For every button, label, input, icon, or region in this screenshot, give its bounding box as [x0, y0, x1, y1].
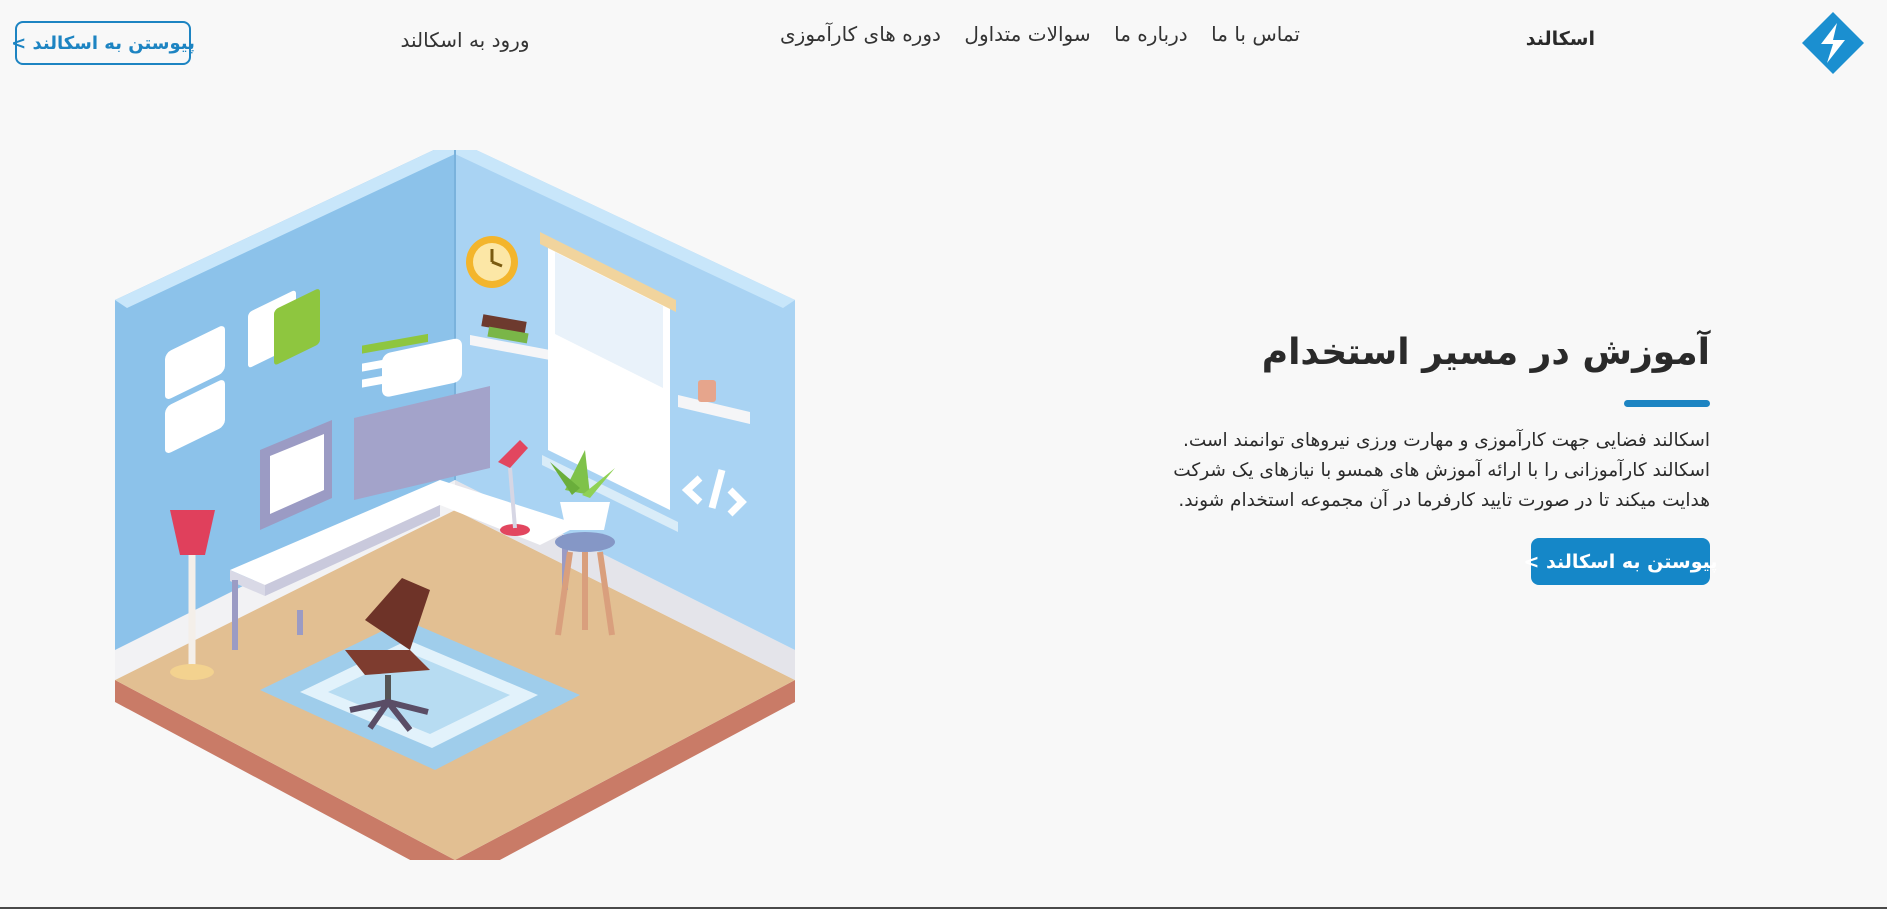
logo-icon[interactable] — [1800, 10, 1866, 76]
page: اسکالند دوره های کارآموزی سوالات متداول … — [0, 0, 1887, 909]
login-link[interactable]: ورود به اسکالند — [390, 28, 540, 52]
join-button-hero[interactable]: پیوستن به اسکالند > — [1523, 538, 1718, 585]
hero-description-line: اسکالند فضایی جهت کارآموزی و مهارت ورزی … — [1182, 430, 1710, 451]
title-underline — [1624, 400, 1710, 407]
hero-title: آموزش در مسیر استخدام — [1261, 332, 1710, 373]
main-nav: دوره های کارآموزی سوالات متداول درباره م… — [780, 18, 1300, 50]
office-room-illustration — [115, 150, 795, 860]
nav-item-about-us[interactable]: درباره ما — [1114, 22, 1188, 46]
nav-item-internship-courses[interactable]: دوره های کارآموزی — [780, 22, 941, 46]
hero-description-line: هدایت میکند تا در صورت تایید کارفرما در … — [1178, 490, 1710, 511]
hero-description: اسکالند فضایی جهت کارآموزی و مهارت ورزی … — [1100, 426, 1710, 516]
nav-item-contact-us[interactable]: تماس با ما — [1211, 22, 1300, 46]
nav-item-faq[interactable]: سوالات متداول — [964, 22, 1090, 46]
hero-description-line: اسکالند کارآموزانی را با ارائه آموزش های… — [1173, 460, 1710, 481]
join-button-header[interactable]: پیوستن به اسکالند > — [11, 21, 195, 65]
clock-icon — [466, 236, 518, 288]
brand-name[interactable]: اسکالند — [1500, 28, 1595, 50]
